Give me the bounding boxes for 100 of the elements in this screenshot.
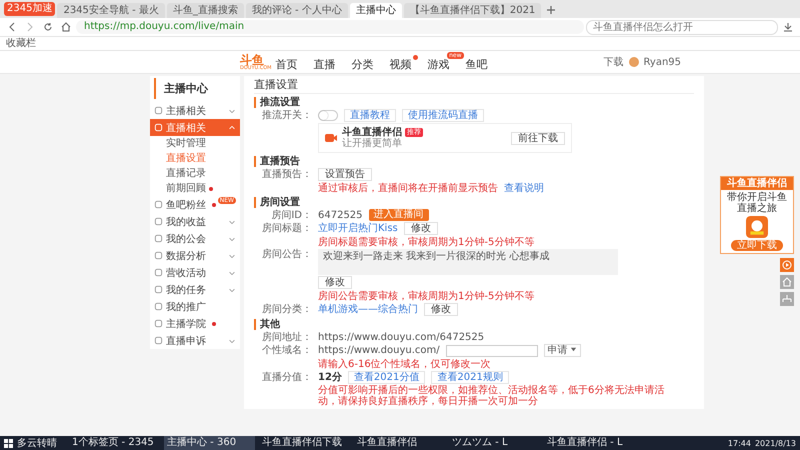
square-icon — [154, 285, 163, 294]
room-address: https://www.douyu.com/6472525 — [318, 332, 484, 342]
hint-text: 请输入6-16位个性域名，仅可修改一次 — [318, 358, 491, 370]
square-icon — [154, 268, 163, 277]
square-icon — [154, 123, 163, 132]
field-label: 房间分类： — [261, 304, 312, 315]
browser-tab[interactable]: 【斗鱼直播伴侣下载】2021 — [404, 3, 542, 18]
square-icon — [154, 302, 163, 311]
nav-link[interactable]: 鱼吧 — [466, 52, 500, 72]
camera-icon — [325, 133, 337, 143]
square-icon — [154, 234, 163, 243]
user-name[interactable]: Ryan95 — [644, 56, 682, 68]
app-icon — [746, 216, 768, 238]
hint-text: 通过审核后，直播间将在开播前显示预告 — [318, 182, 498, 194]
network-icon[interactable] — [780, 292, 794, 306]
edit-button[interactable]: 修改 — [318, 276, 352, 289]
field-label: 房间公告： — [261, 249, 312, 260]
link-button[interactable]: 查看2021分值 — [348, 371, 426, 384]
room-title-link[interactable]: 立即开启热门Kiss — [318, 223, 398, 234]
browser-tab[interactable]: 2345安全导航 - 最火 — [57, 3, 165, 18]
download-button[interactable]: 前往下载 — [511, 132, 565, 144]
taskbar-app[interactable]: ツムツム - L — [449, 436, 540, 450]
room-id: 6472525 — [318, 210, 363, 220]
sidebar-item[interactable]: 直播申诉 — [150, 332, 240, 349]
browser-tab[interactable]: 斗鱼_直播搜索 — [166, 3, 244, 18]
square-icon — [154, 336, 163, 345]
square-icon — [154, 319, 163, 328]
set-button[interactable]: 设置预告 — [318, 168, 372, 181]
hint-text: 房间公告需要审核，审核周期为1分钟-5分钟不等 — [318, 290, 534, 302]
sidebar-item[interactable]: 数据分析 — [150, 247, 240, 264]
score-value: 12分 — [318, 372, 342, 383]
edit-button[interactable]: 修改 — [404, 222, 438, 235]
browser-tab[interactable]: 我的评论 - 个人中心 — [246, 3, 348, 18]
forward-icon[interactable] — [25, 22, 35, 32]
edit-button[interactable]: 修改 — [424, 303, 458, 316]
apply-dropdown[interactable]: 申请 — [544, 344, 581, 357]
sidebar-item[interactable]: 我的公会 — [150, 230, 240, 247]
back-icon[interactable] — [7, 22, 17, 32]
field-label: 房间ID： — [270, 210, 312, 220]
nav-link[interactable]: 视频 — [390, 52, 424, 72]
search-field[interactable]: 斗鱼直播伴侣怎么打开 — [586, 20, 778, 34]
square-icon — [154, 251, 163, 260]
browser-badge[interactable]: 2345加速 — [4, 2, 56, 16]
link-button[interactable]: 查看2021规则 — [431, 371, 509, 384]
nav-link[interactable]: 首页 — [276, 52, 310, 72]
promo-title: 斗鱼直播伴侣 — [721, 177, 793, 190]
taskbar-app[interactable]: 斗鱼直播伴侣下载 — [259, 436, 350, 450]
sidebar-item[interactable]: 我的任务 — [150, 281, 240, 298]
caret-icon — [570, 346, 577, 353]
home-icon[interactable] — [61, 22, 71, 32]
toggle-switch[interactable] — [318, 110, 338, 121]
avatar-icon[interactable] — [628, 57, 638, 67]
help-link[interactable]: 查看说明 — [504, 182, 544, 194]
sidebar-subitem[interactable]: 实时管理 — [150, 136, 240, 151]
field-label: 房间地址： — [261, 332, 312, 342]
taskbar-app[interactable]: 主播中心 - 360 — [164, 436, 255, 450]
sidebar-subitem[interactable]: 前期回顾 — [150, 181, 240, 196]
field-label: 推流开关： — [261, 110, 312, 121]
bookmark-item[interactable]: 收藏栏 — [6, 38, 36, 49]
app-name: 斗鱼直播伴侣 — [342, 127, 402, 138]
field-label: 直播预告： — [261, 169, 312, 180]
app-description: 让开播更简单 — [342, 138, 403, 149]
nav-link[interactable]: 直播 — [314, 52, 348, 72]
sidebar-item[interactable]: 我的推广 — [150, 298, 240, 315]
field-label: 个性域名： — [261, 345, 312, 356]
category-link[interactable]: 单机游戏——综合热门 — [318, 304, 418, 315]
square-icon — [154, 106, 163, 115]
sidebar-subitem[interactable]: 直播记录 — [150, 166, 240, 181]
square-icon — [154, 217, 163, 226]
sidebar-item[interactable]: 主播学院 — [150, 315, 240, 332]
promo-text: 带你开启斗鱼直播之旅 — [726, 192, 788, 214]
download-icon[interactable] — [783, 22, 793, 32]
address-field[interactable]: https://mp.douyu.com/live/main — [76, 20, 584, 34]
taskbar-app[interactable]: 1个标签页 - 2345 — [69, 436, 160, 450]
browser-tab[interactable]: 主播中心 — [350, 3, 402, 18]
taskbar-app[interactable]: 斗鱼直播伴侣 - L — [544, 436, 635, 450]
plus-icon[interactable] — [546, 5, 556, 15]
sidebar-item[interactable]: 主播相关 — [150, 102, 240, 119]
link-button[interactable]: 使用推流码直播 — [402, 109, 484, 122]
square-icon — [154, 200, 163, 209]
hint-text: 房间标题需要审核，审核周期为1分钟-5分钟不等 — [318, 236, 534, 248]
sidebar-item[interactable]: 我的收益 — [150, 213, 240, 230]
sidebar-item[interactable]: 营收活动 — [150, 264, 240, 281]
section-heading: 其他 — [254, 319, 694, 330]
reload-icon[interactable] — [43, 22, 53, 32]
field-label: 直播分值： — [261, 372, 312, 383]
nav-link[interactable]: 分类 — [352, 52, 386, 72]
weather-widget[interactable]: 多云转晴 — [17, 436, 57, 450]
domain-prefix: https://www.douyu.com/ — [318, 345, 440, 356]
play-icon[interactable] — [780, 258, 794, 272]
bulletin-textarea[interactable]: 欢迎来到一路走来 我来到一片很深的时光 心想事成 — [318, 249, 618, 275]
windows-icon[interactable] — [4, 438, 13, 448]
taskbar-app[interactable]: 斗鱼直播伴侣 — [354, 436, 445, 450]
clock-date: 2021/8/13 — [754, 438, 796, 448]
notification-dot — [412, 54, 418, 60]
link-button[interactable]: 直播教程 — [344, 109, 396, 122]
download-link[interactable]: 下载 — [604, 55, 624, 69]
domain-input[interactable] — [446, 344, 538, 356]
field-label: 房间标题： — [261, 223, 312, 234]
sidebar-title: 主播中心 — [154, 78, 240, 99]
